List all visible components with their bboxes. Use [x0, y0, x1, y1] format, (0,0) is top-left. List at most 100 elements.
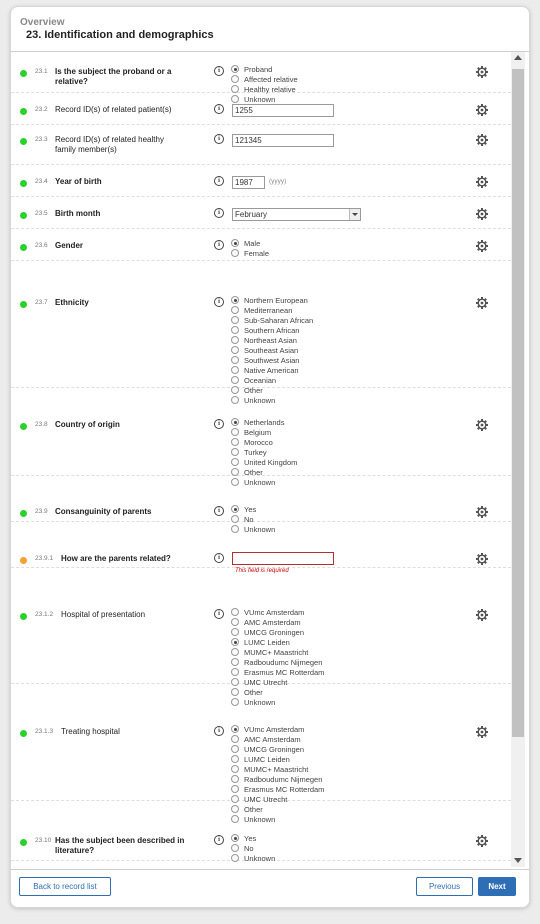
radio-selected-icon[interactable] — [231, 296, 239, 305]
radio-option[interactable]: No — [231, 844, 254, 854]
radio-selected-icon[interactable] — [231, 239, 239, 248]
radio-option[interactable]: Proband — [231, 65, 272, 75]
radio-empty-icon[interactable] — [231, 438, 239, 447]
radio-empty-icon[interactable] — [231, 628, 239, 637]
radio-empty-icon[interactable] — [231, 648, 239, 657]
radio-option[interactable]: Unknown — [231, 854, 275, 864]
info-icon[interactable]: i — [214, 66, 224, 76]
radio-option[interactable]: Affected relative — [231, 75, 298, 85]
radio-selected-icon[interactable] — [231, 638, 239, 647]
radio-empty-icon[interactable] — [231, 376, 239, 385]
info-icon[interactable]: i — [214, 419, 224, 429]
radio-option[interactable]: Turkey — [231, 448, 267, 458]
gear-icon[interactable] — [476, 505, 488, 518]
radio-empty-icon[interactable] — [231, 336, 239, 345]
radio-option[interactable]: AMC Amsterdam — [231, 618, 301, 628]
radio-option[interactable]: Southern African — [231, 326, 299, 336]
radio-empty-icon[interactable] — [231, 618, 239, 627]
radio-selected-icon[interactable] — [231, 65, 239, 74]
gear-icon[interactable] — [476, 834, 488, 847]
radio-option[interactable]: LUMC Leiden — [231, 638, 290, 648]
year-input[interactable] — [232, 176, 265, 189]
info-icon[interactable]: i — [214, 609, 224, 619]
radio-empty-icon[interactable] — [231, 458, 239, 467]
scroll-down-arrow-icon[interactable] — [514, 858, 522, 863]
radio-empty-icon[interactable] — [231, 326, 239, 335]
radio-empty-icon[interactable] — [231, 765, 239, 774]
scroll-up-arrow-icon[interactable] — [514, 55, 522, 60]
radio-empty-icon[interactable] — [231, 608, 239, 617]
radio-option[interactable]: Female — [231, 249, 269, 259]
radio-option[interactable]: Native American — [231, 366, 299, 376]
gear-icon[interactable] — [476, 239, 488, 252]
radio-option[interactable]: United Kingdom — [231, 458, 297, 468]
next-button[interactable]: Next — [478, 877, 516, 896]
vertical-scrollbar[interactable] — [511, 52, 525, 867]
info-icon[interactable]: i — [214, 506, 224, 516]
info-icon[interactable]: i — [214, 240, 224, 250]
previous-button[interactable]: Previous — [416, 877, 473, 896]
radio-option[interactable]: Morocco — [231, 438, 273, 448]
overview-breadcrumb[interactable]: Overview — [20, 17, 64, 28]
radio-option[interactable]: Radboudumc Nijmegen — [231, 775, 322, 785]
radio-empty-icon[interactable] — [231, 668, 239, 677]
info-icon[interactable]: i — [214, 104, 224, 114]
info-icon[interactable]: i — [214, 835, 224, 845]
chevron-down-icon[interactable] — [349, 209, 360, 220]
radio-empty-icon[interactable] — [231, 366, 239, 375]
info-icon[interactable]: i — [214, 176, 224, 186]
radio-option[interactable]: Southeast Asian — [231, 346, 298, 356]
scrollbar-thumb[interactable] — [512, 69, 524, 737]
info-icon[interactable]: i — [214, 726, 224, 736]
birth-month-select[interactable]: February — [232, 208, 361, 221]
radio-option[interactable]: Male — [231, 239, 260, 249]
radio-empty-icon[interactable] — [231, 316, 239, 325]
gear-icon[interactable] — [476, 296, 488, 309]
radio-option[interactable]: VUmc Amsterdam — [231, 608, 304, 618]
radio-empty-icon[interactable] — [231, 844, 239, 853]
gear-icon[interactable] — [476, 103, 488, 116]
radio-empty-icon[interactable] — [231, 428, 239, 437]
gear-icon[interactable] — [476, 207, 488, 220]
gear-icon[interactable] — [476, 725, 488, 738]
radio-option[interactable]: Northern European — [231, 296, 308, 306]
radio-empty-icon[interactable] — [231, 306, 239, 315]
info-icon[interactable]: i — [214, 553, 224, 563]
radio-empty-icon[interactable] — [231, 854, 239, 863]
radio-empty-icon[interactable] — [231, 735, 239, 744]
radio-option[interactable]: MUMC+ Maastricht — [231, 765, 308, 775]
radio-empty-icon[interactable] — [231, 75, 239, 84]
radio-selected-icon[interactable] — [231, 725, 239, 734]
gear-icon[interactable] — [476, 65, 488, 78]
radio-option[interactable]: VUmc Amsterdam — [231, 725, 304, 735]
radio-option[interactable]: UMCG Groningen — [231, 745, 304, 755]
radio-option[interactable]: Radboudumc Nijmegen — [231, 658, 322, 668]
text-input[interactable] — [232, 134, 334, 147]
radio-option[interactable]: Erasmus MC Rotterdam — [231, 668, 324, 678]
radio-selected-icon[interactable] — [231, 505, 239, 514]
radio-selected-icon[interactable] — [231, 418, 239, 427]
radio-empty-icon[interactable] — [231, 745, 239, 754]
radio-option[interactable]: Netherlands — [231, 418, 284, 428]
radio-empty-icon[interactable] — [231, 249, 239, 258]
info-icon[interactable]: i — [214, 208, 224, 218]
radio-empty-icon[interactable] — [231, 658, 239, 667]
radio-empty-icon[interactable] — [231, 356, 239, 365]
radio-option[interactable]: Southwest Asian — [231, 356, 299, 366]
radio-option[interactable]: Yes — [231, 834, 256, 844]
radio-option[interactable]: Belgium — [231, 428, 271, 438]
radio-empty-icon[interactable] — [231, 346, 239, 355]
radio-option[interactable]: LUMC Leiden — [231, 755, 290, 765]
radio-empty-icon[interactable] — [231, 755, 239, 764]
back-to-record-list-button[interactable]: Back to record list — [19, 877, 111, 896]
radio-selected-icon[interactable] — [231, 834, 239, 843]
text-input[interactable] — [232, 104, 334, 117]
text-input-required[interactable] — [232, 552, 334, 565]
radio-option[interactable]: Sub-Saharan African — [231, 316, 313, 326]
gear-icon[interactable] — [476, 175, 488, 188]
radio-option[interactable]: AMC Amsterdam — [231, 735, 301, 745]
gear-icon[interactable] — [476, 608, 488, 621]
radio-option[interactable]: Northeast Asian — [231, 336, 297, 346]
radio-option[interactable]: Yes — [231, 505, 256, 515]
radio-empty-icon[interactable] — [231, 448, 239, 457]
